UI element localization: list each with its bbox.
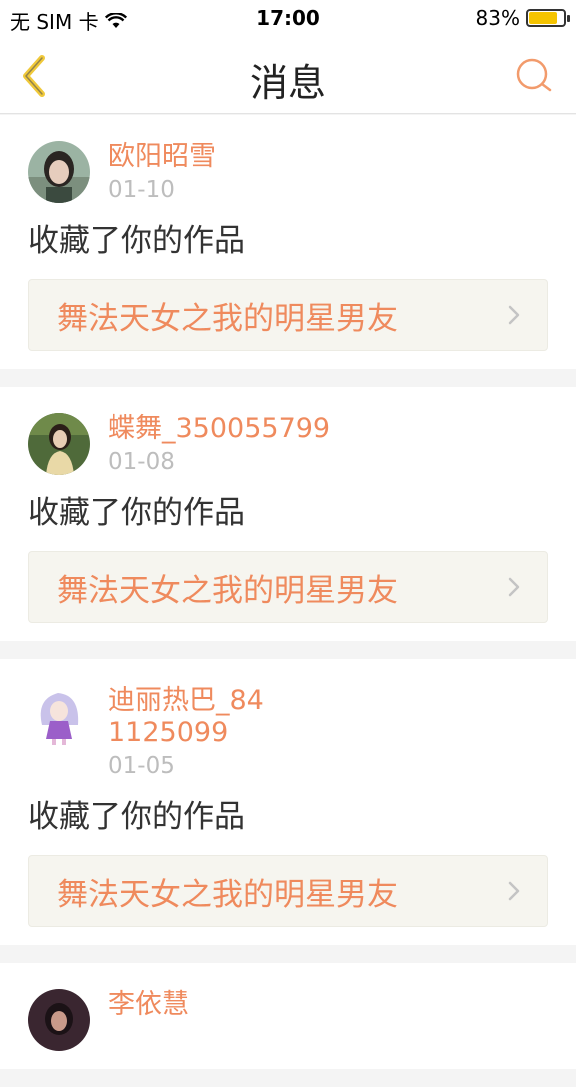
search-button[interactable] xyxy=(514,56,554,96)
battery-fill xyxy=(529,12,558,24)
message-date: 01-05 xyxy=(108,753,175,779)
work-title: 舞法天女之我的明星男友 xyxy=(57,876,398,913)
battery-icon xyxy=(526,9,570,27)
avatar-image xyxy=(28,141,90,203)
avatar-image xyxy=(28,413,90,475)
work-title: 舞法天女之我的明星男友 xyxy=(57,572,398,609)
message-list: 欧阳昭雪 01-10 收藏了你的作品 舞法天女之我的明星男友 蝶舞_350055… xyxy=(0,115,576,1087)
message-card: 欧阳昭雪 01-10 收藏了你的作品 舞法天女之我的明星男友 xyxy=(0,115,576,369)
page-title: 消息 xyxy=(249,61,326,105)
chevron-right-icon xyxy=(508,305,520,325)
avatar-image xyxy=(28,989,90,1051)
nav-bar: 消息 xyxy=(0,38,576,114)
chevron-right-icon xyxy=(508,577,520,597)
sender-name[interactable]: 欧阳昭雪 xyxy=(108,141,216,173)
message-header: 蝶舞_350055799 01-08 xyxy=(28,413,548,477)
search-icon xyxy=(516,58,552,92)
sender-name[interactable]: 李依慧 xyxy=(108,989,189,1021)
avatar-image xyxy=(28,685,90,747)
message-action: 收藏了你的作品 xyxy=(28,495,245,531)
work-title: 舞法天女之我的明星男友 xyxy=(57,300,398,337)
message-card: 蝶舞_350055799 01-08 收藏了你的作品 舞法天女之我的明星男友 xyxy=(0,387,576,641)
message-header: 李依慧 xyxy=(28,989,548,1051)
message-action: 收藏了你的作品 xyxy=(28,799,245,835)
message-header: 迪丽热巴_841125099 01-05 xyxy=(28,685,548,781)
message-action: 收藏了你的作品 xyxy=(28,223,245,259)
sender-name[interactable]: 迪丽热巴_841125099 xyxy=(108,685,278,749)
battery-group: 83% xyxy=(475,6,570,30)
sender-name[interactable]: 蝶舞_350055799 xyxy=(108,413,330,445)
message-card: 李依慧 xyxy=(0,963,576,1069)
work-link[interactable]: 舞法天女之我的明星男友 xyxy=(28,855,548,927)
battery-percent: 83% xyxy=(475,6,520,30)
message-header: 欧阳昭雪 01-10 xyxy=(28,141,548,205)
sender-info: 蝶舞_350055799 01-08 xyxy=(108,413,330,477)
avatar[interactable] xyxy=(28,989,90,1051)
chevron-right-icon xyxy=(508,881,520,901)
avatar[interactable] xyxy=(28,413,90,475)
message-card: 迪丽热巴_841125099 01-05 收藏了你的作品 舞法天女之我的明星男友 xyxy=(0,659,576,945)
message-date: 01-08 xyxy=(108,449,175,475)
sender-info: 迪丽热巴_841125099 01-05 xyxy=(108,685,278,781)
status-bar: 无 SIM 卡 17:00 83% xyxy=(0,0,576,38)
work-link[interactable]: 舞法天女之我的明星男友 xyxy=(28,551,548,623)
avatar[interactable] xyxy=(28,141,90,203)
avatar[interactable] xyxy=(28,685,90,747)
message-date: 01-10 xyxy=(108,177,175,203)
sender-info: 李依慧 xyxy=(108,989,189,1021)
sender-info: 欧阳昭雪 01-10 xyxy=(108,141,216,205)
work-link[interactable]: 舞法天女之我的明星男友 xyxy=(28,279,548,351)
